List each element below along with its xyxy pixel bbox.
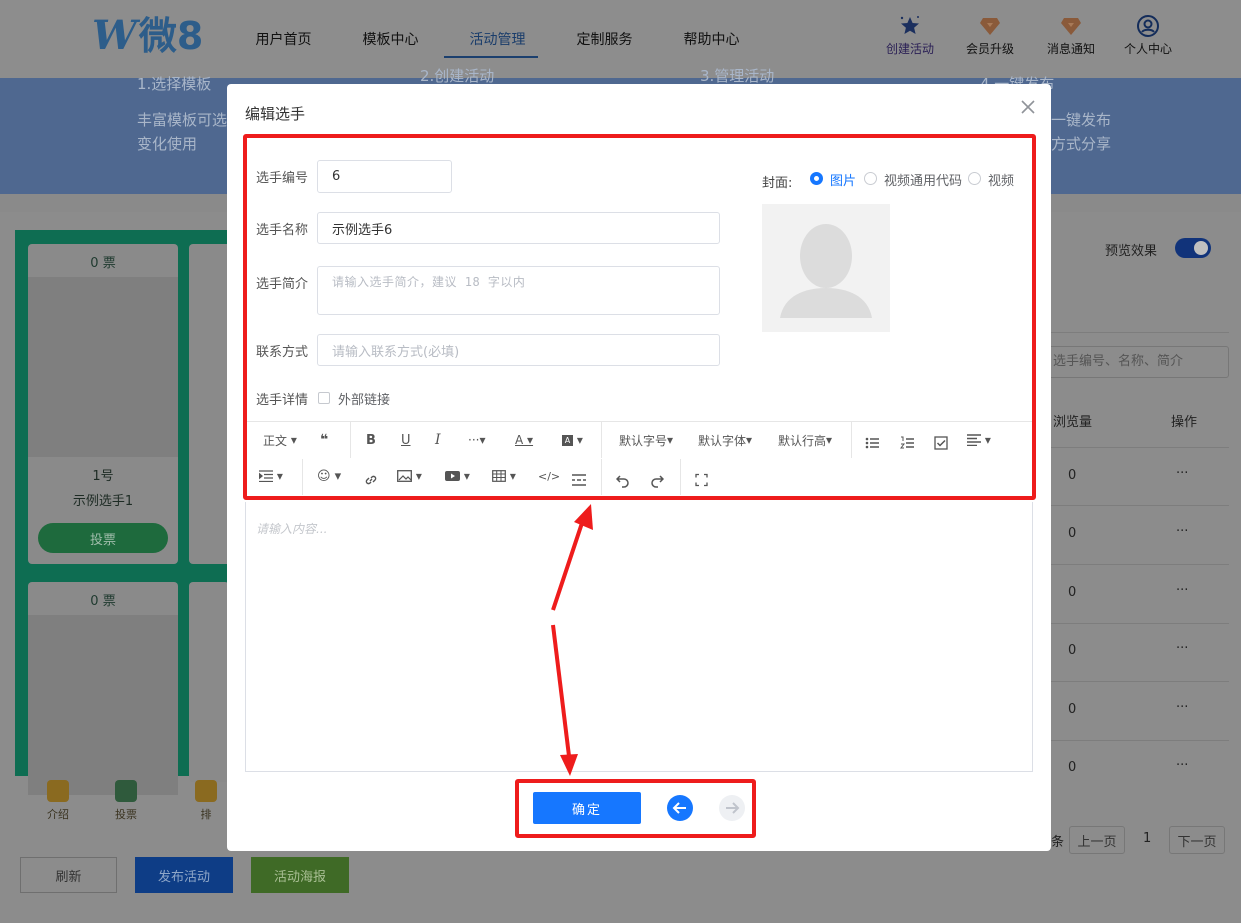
annotation-arrows [551, 504, 593, 776]
